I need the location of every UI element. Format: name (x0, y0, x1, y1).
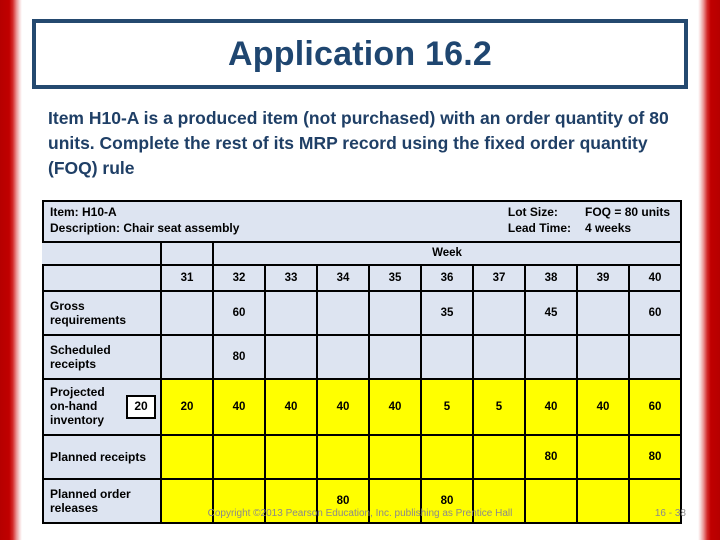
week-span-row: Week (43, 240, 683, 266)
cell-projected-on-hand-34: 40 (316, 377, 370, 436)
mrp-header-row: Item: H10-A Description: Chair seat asse… (41, 200, 683, 243)
lead-time-label: Lead Time: (507, 220, 572, 235)
cell-projected-on-hand-37: 5 (472, 377, 526, 436)
table-row: Projected on-hand inventory 20 20 40 40 … (42, 377, 683, 436)
week-header-34: 34 (316, 263, 370, 292)
week-header-39: 39 (576, 263, 630, 292)
page-title: Application 16.2 (228, 35, 492, 73)
cell-gross-requirements-36: 35 (420, 289, 474, 336)
cell-scheduled-receipts-34 (316, 333, 370, 380)
cell-projected-on-hand-31: 20 (160, 377, 214, 436)
row-label-projected-on-hand: Projected on-hand inventory 20 (42, 377, 162, 436)
cell-gross-requirements-32: 60 (212, 289, 266, 336)
week-span-gap (160, 241, 214, 265)
week-header-35: 35 (368, 263, 422, 292)
table-row: Gross requirements 60 35 45 60 (42, 289, 683, 336)
cell-projected-on-hand-35: 40 (368, 377, 422, 436)
week-header-32: 32 (212, 263, 266, 292)
footer-copyright: Copyright ©2013 Pearson Education, Inc. … (207, 508, 513, 519)
week-header-40: 40 (627, 263, 683, 292)
cell-projected-on-hand-39: 40 (576, 377, 630, 436)
week-header-31: 31 (160, 263, 214, 292)
table-row: Scheduled receipts 80 (42, 333, 683, 380)
week-header-37: 37 (472, 263, 526, 292)
cell-scheduled-receipts-35 (368, 333, 422, 380)
right-red-edge-strip (698, 0, 720, 540)
cell-planned-receipts-36 (420, 433, 474, 480)
slide-canvas: Application 16.2 Item H10-A is a produce… (0, 0, 720, 540)
row-label-gross-requirements: Gross requirements (42, 289, 162, 336)
cell-gross-requirements-35 (368, 289, 422, 336)
cell-planned-receipts-35 (368, 433, 422, 480)
cell-scheduled-receipts-33 (264, 333, 318, 380)
cell-planned-receipts-32 (212, 433, 266, 480)
cell-scheduled-receipts-31 (160, 333, 214, 380)
cell-gross-requirements-33 (264, 289, 318, 336)
cell-scheduled-receipts-38 (524, 333, 578, 380)
lead-time-value: 4 weeks (585, 220, 632, 235)
cell-gross-requirements-34 (316, 289, 370, 336)
row-label-planned-receipts: Planned receipts (42, 433, 162, 480)
footer-page-number: 16 - 38 (654, 508, 686, 519)
week-header-33: 33 (264, 263, 318, 292)
cell-scheduled-receipts-37 (472, 333, 526, 380)
cell-projected-on-hand-38: 40 (524, 377, 578, 436)
cell-gross-requirements-39 (576, 289, 630, 336)
cell-planned-receipts-31 (160, 433, 214, 480)
item-label: Item: H10-A (50, 205, 117, 219)
week-number-row: 31 32 33 34 35 36 37 38 39 40 (42, 263, 683, 292)
lot-size-label: Lot Size: (507, 205, 558, 219)
cell-scheduled-receipts-32: 80 (212, 333, 266, 380)
table-row: Planned receipts 80 80 (42, 433, 683, 480)
cell-scheduled-receipts-36 (420, 333, 474, 380)
description-label: Description: Chair seat assembly (50, 220, 240, 235)
cell-gross-requirements-37 (472, 289, 526, 336)
cell-planned-receipts-37 (472, 433, 526, 480)
cell-projected-on-hand-36: 5 (420, 377, 474, 436)
cell-projected-on-hand-40: 60 (627, 377, 683, 436)
cell-planned-receipts-40: 80 (627, 433, 683, 480)
cell-scheduled-receipts-39 (576, 333, 630, 380)
cell-planned-receipts-38: 80 (524, 433, 578, 480)
cell-planned-receipts-33 (264, 433, 318, 480)
week-span-label: Week (211, 240, 683, 266)
slide-title-box: Application 16.2 (32, 19, 688, 89)
cell-scheduled-receipts-40 (627, 333, 683, 380)
lead-paragraph: Item H10-A is a produced item (not purch… (48, 108, 669, 178)
cell-gross-requirements-38: 45 (524, 289, 578, 336)
week-header-38: 38 (524, 263, 578, 292)
week-header-36: 36 (420, 263, 474, 292)
mrp-identification-cell: Item: H10-A Description: Chair seat asse… (41, 200, 683, 243)
week-row-corner (42, 263, 162, 292)
beginning-inventory-box: 20 (126, 394, 156, 419)
row-label-scheduled-receipts: Scheduled receipts (42, 333, 162, 380)
cell-planned-receipts-34 (316, 433, 370, 480)
row-label-text: Projected on-hand inventory (50, 384, 105, 427)
week-span-corner (43, 241, 161, 265)
cell-projected-on-hand-33: 40 (264, 377, 318, 436)
left-red-edge-strip (0, 0, 22, 540)
cell-gross-requirements-40: 60 (627, 289, 683, 336)
cell-gross-requirements-31 (160, 289, 214, 336)
lot-size-value: FOQ = 80 units (585, 205, 671, 219)
cell-projected-on-hand-32: 40 (212, 377, 266, 436)
cell-planned-receipts-39 (576, 433, 630, 480)
mrp-record-table: Item: H10-A Description: Chair seat asse… (41, 200, 683, 524)
